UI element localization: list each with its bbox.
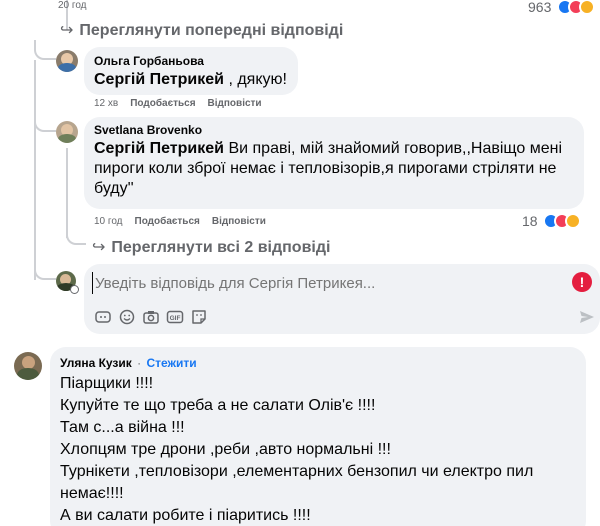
reply-input[interactable] [92, 272, 562, 294]
avatar[interactable] [14, 352, 42, 380]
reaction-count: 18 [522, 212, 538, 229]
mention-link[interactable]: Сергій Петрикей [94, 140, 224, 157]
comment-line: Турнікети ,тепловізори ,елементарних бен… [60, 463, 534, 502]
sticker-icon[interactable] [94, 308, 112, 326]
top-comment-time: 20 год [58, 0, 87, 11]
mention-link[interactable]: Сергій Петрикей [94, 71, 224, 88]
like-action[interactable]: Подобається [135, 216, 200, 227]
view-previous-replies-link[interactable]: ↪ Переглянути попередні відповіді [60, 20, 343, 40]
haha-reaction-icon [578, 0, 595, 15]
comment-author[interactable]: Ольга Горбаньова [94, 54, 204, 68]
reply-action[interactable]: Відповісти [212, 216, 266, 227]
comment-line: А ви салати робите і піаритись !!!! [60, 507, 311, 524]
comment-reaction-summary[interactable]: 18 [522, 212, 582, 230]
follow-link[interactable]: Стежити [146, 356, 196, 370]
sticker-smile-icon[interactable] [190, 308, 208, 326]
thread-line [34, 112, 56, 132]
view-all-replies-link[interactable]: ↪ Переглянути всі 2 відповіді [92, 237, 330, 257]
comment-bubble: Уляна Кузик · Стежити Піарщики !!!! Купу… [50, 347, 586, 526]
comment-bubble: Ольга Горбаньова Сергій Петрикей , дякую… [84, 47, 298, 95]
comment-time[interactable]: 10 год [94, 216, 123, 227]
thread-line [34, 262, 56, 280]
sad-reaction-icon [565, 212, 582, 229]
comment-line: Там с...а війна !!! [60, 419, 185, 436]
online-status-icon [70, 285, 79, 294]
top-reaction-summary[interactable]: 963 [528, 0, 595, 15]
comment-bubble: Svetlana Brovenko Сергій Петрикей Ви пра… [84, 117, 584, 209]
comment-author[interactable]: Уляна Кузик [60, 356, 132, 370]
avatar[interactable] [56, 50, 78, 72]
thread-line [34, 40, 56, 60]
reply-arrow-icon: ↪ [92, 239, 106, 256]
comment-time[interactable]: 12 хв [94, 98, 118, 109]
comment-line: Піарщики !!!! [60, 375, 154, 392]
reply-arrow-icon: ↪ [60, 22, 74, 39]
emoji-icon[interactable] [118, 308, 136, 326]
comment-actions: 10 год Подобається Відповісти [94, 216, 278, 227]
comment-text: Сергій Петрикей , дякую! [94, 71, 287, 88]
reply-composer: ! GIF [84, 264, 600, 334]
comment-actions: 12 хв Подобається Відповісти [94, 98, 274, 109]
thread-line [66, 225, 86, 245]
thread-line [34, 60, 36, 280]
comment-author[interactable]: Svetlana Brovenko [94, 123, 202, 137]
comment-line: Купуйте те що треба а не салати Олів'є !… [60, 397, 376, 414]
send-icon[interactable] [578, 308, 596, 326]
like-action[interactable]: Подобається [130, 98, 195, 109]
error-icon: ! [572, 272, 592, 292]
gif-icon[interactable]: GIF [166, 308, 184, 326]
comment-header: Уляна Кузик · Стежити [60, 356, 197, 370]
comment-line: Хлопцям тре дрони ,реби ,авто нормальні … [60, 441, 391, 458]
svg-text:GIF: GIF [170, 315, 181, 322]
avatar[interactable] [56, 121, 78, 143]
reaction-count: 963 [528, 0, 552, 15]
camera-icon[interactable] [142, 308, 160, 326]
separator: · [137, 356, 142, 370]
reply-action[interactable]: Відповісти [208, 98, 262, 109]
comment-text: Сергій Петрикей Ви праві, мій знайомий г… [94, 140, 563, 197]
comment-text: Піарщики !!!! Купуйте те що треба а не с… [60, 373, 580, 526]
